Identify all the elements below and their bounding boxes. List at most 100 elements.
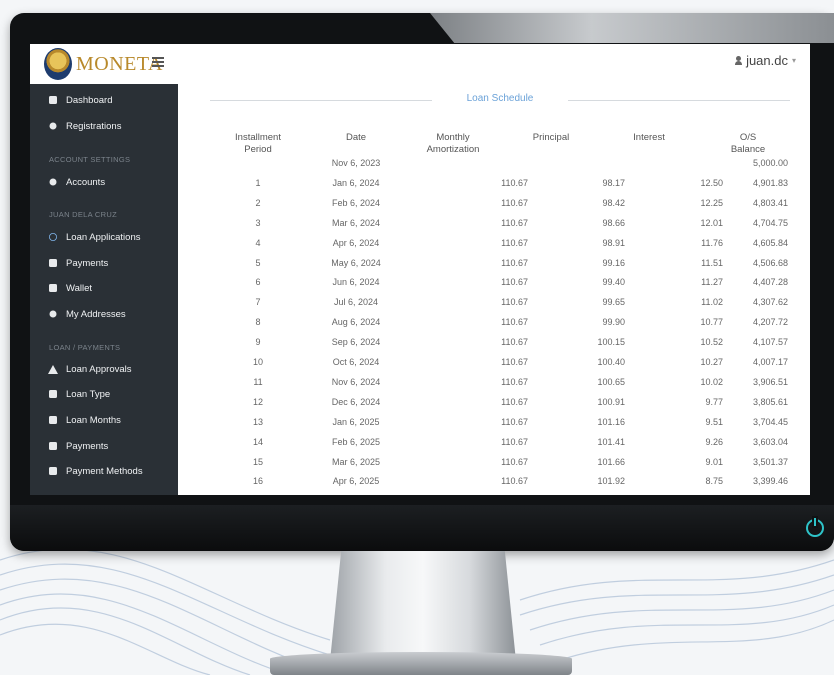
payment-date-cell: Aug 6, 2024 [331, 317, 381, 328]
monthly-amortization-cell: 110.67 [501, 217, 528, 228]
table-row: 15 Mar 6, 2025 110.67 101.66 9.01 3,501.37 [178, 457, 810, 476]
table-row: 10 Oct 6, 2024 110.67 100.40 10.27 4,007.17 [178, 357, 810, 376]
installment-period-cell: 16 [252, 476, 263, 487]
table-row: 7 Jul 6, 2024 110.67 99.65 11.02 4,307.62 [178, 297, 810, 316]
sidebar: Dashboard Registrations ACCOUNT SETTINGS… [30, 84, 178, 495]
principal-amount-cell: 99.40 [602, 277, 625, 288]
monthly-amortization-cell: 110.67 [501, 277, 528, 288]
gavel-icon [48, 364, 58, 374]
monthly-amortization-cell: 110.67 [501, 456, 528, 467]
sidebar-item-label: Payment Methods [66, 465, 143, 477]
monthly-amortization-cell: 110.67 [501, 416, 528, 427]
sidebar-item-label: Loan Approvals [66, 363, 132, 375]
sidebar-item-label: Payments [66, 257, 109, 269]
section-loan-payments: LOAN / PAYMENTS [49, 343, 121, 352]
user-icon [735, 56, 743, 65]
sidebar-item-label: Wallet [66, 282, 93, 294]
header-monthly-amortization: Monthly Amortization [418, 132, 488, 156]
header-text: Balance [730, 144, 766, 155]
installment-period-cell: 10 [252, 357, 263, 367]
payment-date-cell: Feb 6, 2024 [331, 197, 381, 208]
table-row: Nov 6, 2023 5,000.00 [178, 158, 810, 177]
screen: MONETA juan.dc ▾ Dashboard Registrations… [30, 44, 810, 495]
installment-period-cell: 14 [252, 436, 263, 447]
sidebar-item-payments[interactable]: Payments [30, 251, 178, 275]
header-text: Monthly [436, 132, 470, 143]
brand-name: MONETA [76, 52, 163, 75]
outstanding-balance-cell: 3,704.45 [752, 416, 788, 427]
header-os-balance: O/S Balance [723, 132, 773, 156]
principal-amount-cell: 98.91 [602, 237, 625, 248]
payment-date-cell: Sep 6, 2024 [331, 337, 381, 348]
outstanding-balance-cell: 3,906.51 [752, 376, 788, 387]
monthly-amortization-cell: 110.67 [501, 357, 528, 367]
interest-amount-cell: 12.50 [700, 177, 723, 188]
monthly-amortization-cell: 110.67 [501, 396, 528, 407]
principal-amount-cell: 98.17 [602, 177, 625, 188]
header-interest: Interest [633, 132, 665, 143]
sidebar-item-payments-admin[interactable]: Payments [30, 434, 178, 458]
section-account-settings: ACCOUNT SETTINGS [49, 155, 131, 164]
sidebar-item-loan-applications[interactable]: Loan Applications [30, 225, 178, 249]
payment-date-cell: Mar 6, 2024 [331, 217, 381, 228]
monthly-amortization-cell: 110.67 [501, 197, 528, 208]
sidebar-item-loan-approvals[interactable]: Loan Approvals [30, 357, 178, 381]
sidebar-item-label: Loan Months [66, 414, 121, 426]
monthly-amortization-cell: 110.67 [501, 237, 528, 248]
outstanding-balance-cell: 3,603.04 [752, 436, 788, 447]
sidebar-item-loan-type[interactable]: Loan Type [30, 382, 178, 406]
monthly-amortization-cell: 110.67 [501, 436, 528, 447]
bank-icon [49, 467, 57, 475]
principal-amount-cell: 101.41 [597, 436, 625, 447]
interest-amount-cell: 12.01 [700, 217, 723, 228]
sidebar-item-dashboard[interactable]: Dashboard [30, 88, 178, 112]
interest-amount-cell: 9.51 [705, 416, 723, 427]
principal-amount-cell: 100.15 [597, 337, 625, 348]
principal-amount-cell: 100.40 [597, 357, 625, 367]
sidebar-item-wallet[interactable]: Wallet [30, 276, 178, 300]
interest-amount-cell: 10.77 [700, 317, 723, 328]
table-row: 4 Apr 6, 2024 110.67 98.91 11.76 4,605.84 [178, 238, 810, 257]
section-user: JUAN DELA CRUZ [49, 210, 117, 219]
wallet-icon [49, 284, 57, 292]
installment-period-cell: 9 [255, 337, 261, 348]
installment-period-cell: 12 [252, 396, 263, 407]
sidebar-item-label: Dashboard [66, 94, 113, 106]
sidebar-item-label: My Addresses [66, 308, 126, 320]
power-icon[interactable] [806, 518, 824, 537]
monthly-amortization-cell: 110.67 [501, 177, 528, 188]
sidebar-item-label: Accounts [66, 176, 106, 188]
payment-date-cell: Feb 6, 2025 [331, 436, 381, 447]
principal-amount-cell: 101.66 [597, 456, 625, 467]
interest-amount-cell: 12.25 [700, 197, 723, 208]
installment-period-cell: 15 [252, 456, 263, 467]
outstanding-balance-cell: 4,307.62 [752, 297, 788, 308]
payment-date-cell: Oct 6, 2024 [332, 357, 380, 367]
menu-toggle-icon[interactable] [152, 55, 164, 69]
sidebar-item-accounts[interactable]: Accounts [30, 170, 178, 194]
outstanding-balance-cell: 4,407.28 [752, 277, 788, 288]
header-text: Period [244, 144, 272, 155]
calendar-icon [49, 416, 57, 424]
outstanding-balance-cell: 3,501.37 [752, 456, 788, 467]
brand-logo[interactable]: MONETA [44, 48, 163, 80]
outstanding-balance-cell: 4,007.17 [752, 357, 788, 367]
header-text: O/S [739, 132, 757, 143]
table-row: 5 May 6, 2024 110.67 99.16 11.51 4,506.68 [178, 258, 810, 277]
sidebar-item-registrations[interactable]: Registrations [30, 114, 178, 138]
principal-amount-cell: 98.66 [602, 217, 625, 228]
tag-icon [49, 390, 57, 398]
payment-date-cell: Dec 6, 2024 [331, 396, 381, 407]
outstanding-balance-cell: 4,207.72 [752, 317, 788, 328]
table-row: 9 Sep 6, 2024 110.67 100.15 10.52 4,107.57 [178, 337, 810, 356]
user-menu[interactable]: juan.dc ▾ [735, 53, 796, 68]
payment-date-cell: Jan 6, 2024 [332, 177, 380, 188]
header-installment-period: Installment Period [228, 132, 288, 156]
interest-amount-cell: 10.27 [700, 357, 723, 367]
sidebar-item-my-addresses[interactable]: My Addresses [30, 302, 178, 326]
money-icon [49, 259, 57, 267]
sidebar-item-payment-methods[interactable]: Payment Methods [30, 459, 178, 483]
sidebar-item-loan-months[interactable]: Loan Months [30, 408, 178, 432]
legend-divider-left [210, 100, 432, 101]
monitor-chin [10, 505, 834, 551]
